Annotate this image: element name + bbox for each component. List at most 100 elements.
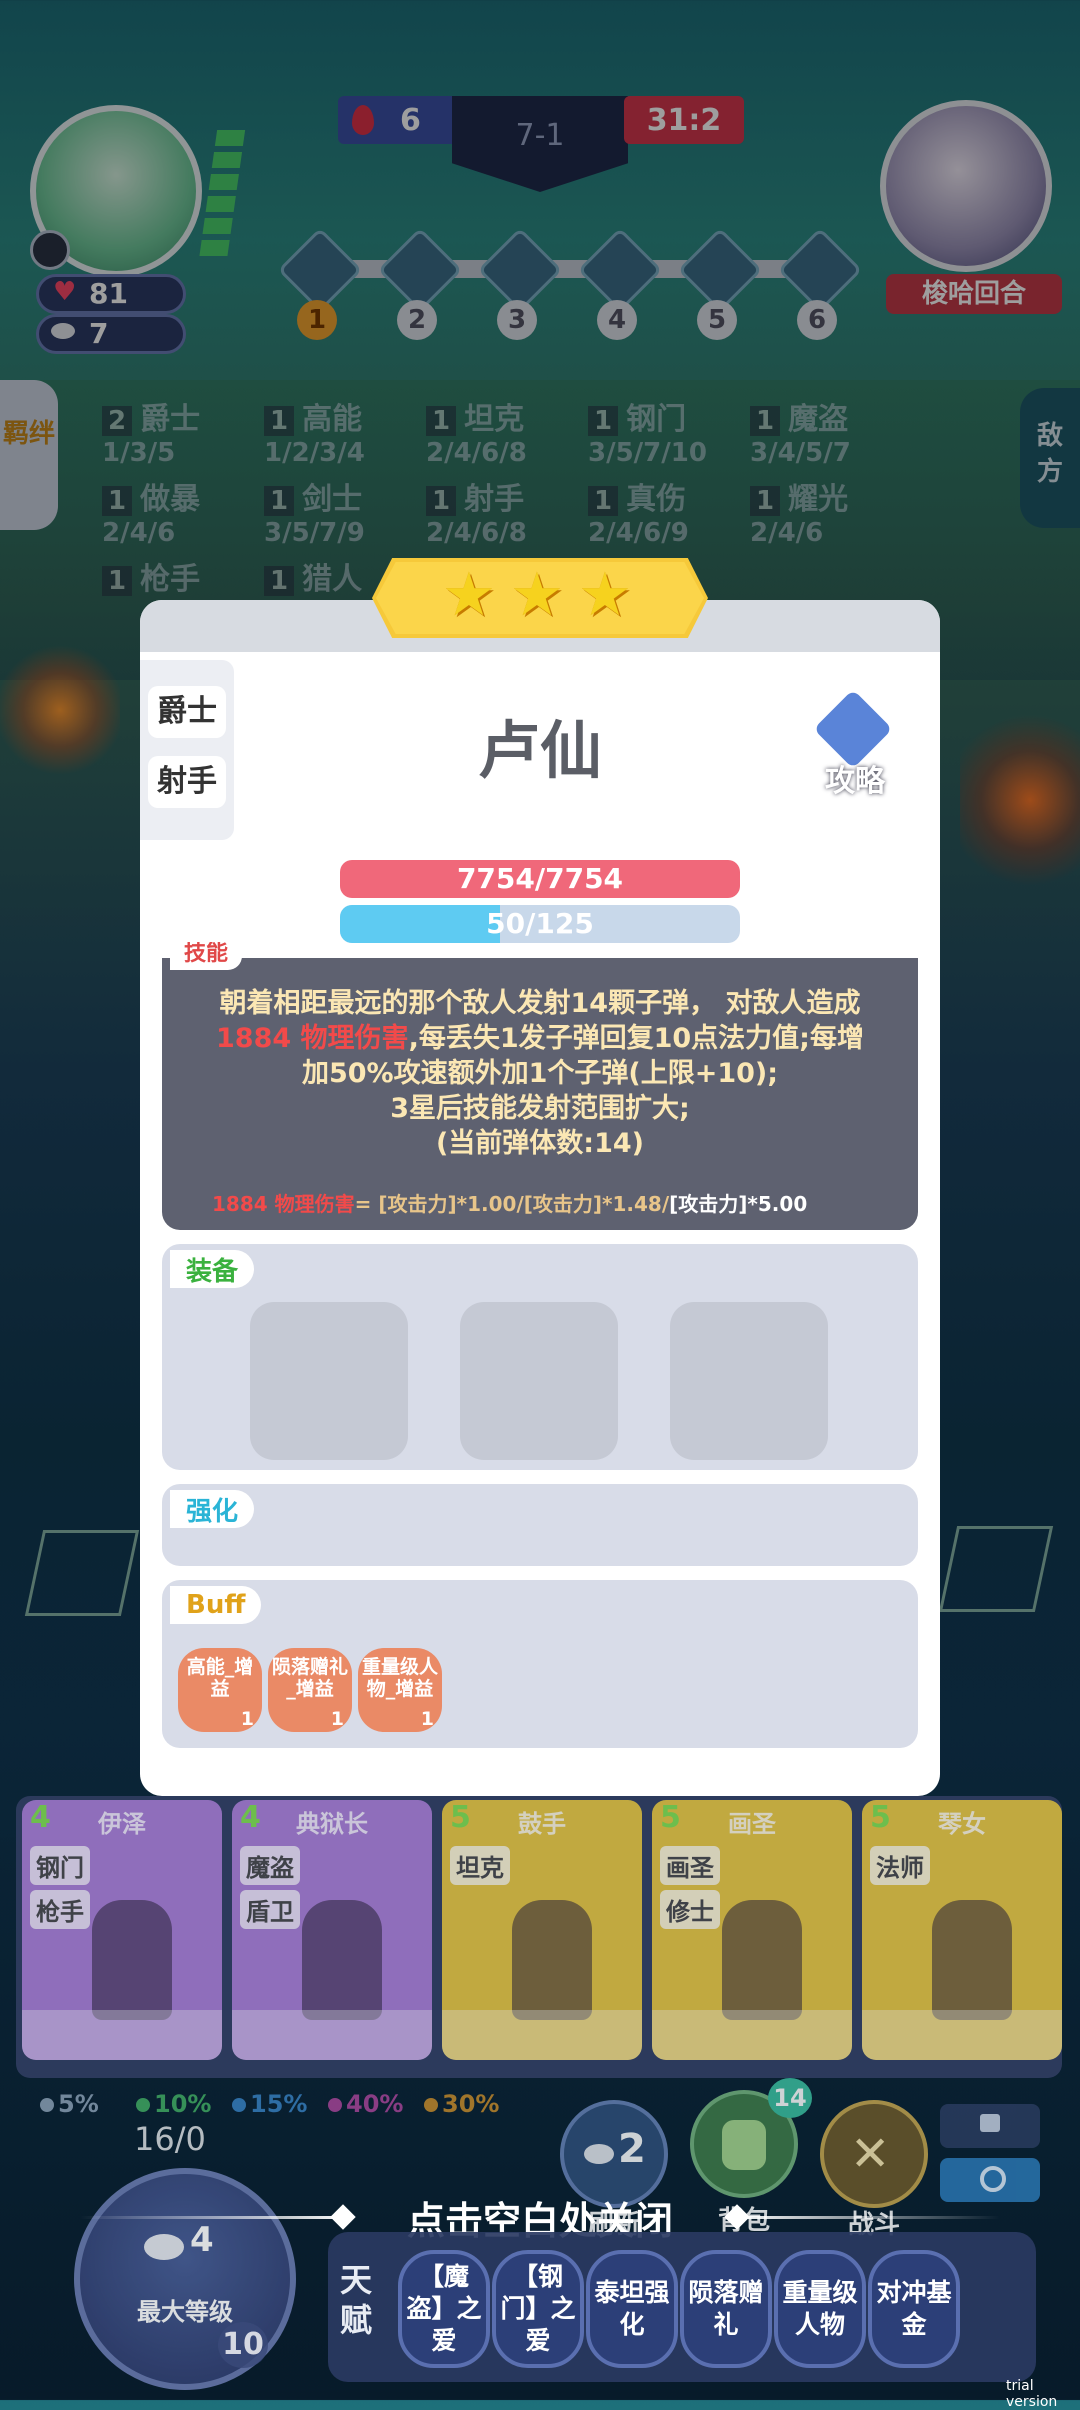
unit-name: 卢仙 <box>477 714 602 787</box>
odds-dot <box>232 2098 246 2112</box>
card-trait: 坦克 <box>450 1846 510 1885</box>
shop-card[interactable]: 4 典狱长 魔盗 盾卫 <box>232 1800 432 2060</box>
buff-name: 高能_增 <box>186 1656 254 1678</box>
unit-sprite <box>512 1900 592 2020</box>
talent-badge[interactable]: 对冲基金 <box>868 2250 960 2368</box>
buff-name: 陨落赠礼 <box>271 1656 348 1678</box>
star-icon: ★ <box>578 560 632 630</box>
bag-count: 14 <box>768 2078 812 2118</box>
bag-button[interactable]: 14 背包 <box>690 2078 812 2236</box>
guide-button[interactable]: 攻略 <box>800 689 910 799</box>
enhance-tag: 强化 <box>170 1490 255 1528</box>
odds-value: 15% <box>250 2090 308 2118</box>
card-trait: 盾卫 <box>240 1890 300 1929</box>
buff-name: 重量级人 <box>361 1656 438 1678</box>
coin-icon <box>144 2234 184 2260</box>
odds-dot <box>328 2098 342 2112</box>
buff-count: 1 <box>330 1708 344 1730</box>
search-icon <box>980 2166 1006 2192</box>
talent-badge[interactable]: 【钢门】之爱 <box>492 2250 584 2368</box>
card-name: 伊泽 <box>98 1810 146 1838</box>
card-trait: 画圣 <box>660 1846 720 1885</box>
shop-card[interactable]: 4 伊泽 钢门 枪手 <box>22 1800 222 2060</box>
equipment-slot[interactable] <box>460 1302 618 1460</box>
trait-badge-shooter[interactable]: 射手 <box>148 756 226 808</box>
buff-badge[interactable]: 重量级人 物_增益 1 <box>358 1648 442 1732</box>
odds-dot <box>424 2098 438 2112</box>
unit-sprite <box>92 1900 172 2020</box>
card-trait: 枪手 <box>30 1890 90 1929</box>
close-hint-line-right <box>730 2216 1000 2219</box>
odds-dot <box>40 2098 54 2112</box>
card-trait: 法师 <box>870 1846 930 1885</box>
lock-icon <box>980 2114 1000 2132</box>
odds-item: 30% <box>424 2090 499 2118</box>
card-footer <box>232 2010 432 2060</box>
backpack-icon <box>722 2120 766 2170</box>
watermark: trial version <box>1006 2378 1058 2410</box>
equipment-section: 装备 <box>162 1244 918 1470</box>
odds-item: 40% <box>328 2090 403 2118</box>
shop-card[interactable]: 5 画圣 画圣 修士 <box>652 1800 852 2060</box>
star-icon: ★ <box>510 560 564 630</box>
odds-item: 5% <box>40 2090 99 2118</box>
shop-card[interactable]: 5 琴女 法师 <box>862 1800 1062 2060</box>
talent-badge[interactable]: 重量级人物 <box>774 2250 866 2368</box>
equipment-slot[interactable] <box>670 1302 828 1460</box>
trait-badge-jazz[interactable]: 爵士 <box>148 686 226 738</box>
unit-sprite <box>302 1900 382 2020</box>
hp-text: 7754/7754 <box>456 862 624 895</box>
crossed-swords-icon: ✕ <box>850 2126 891 2182</box>
buff-count: 1 <box>420 1708 434 1730</box>
buff-badge[interactable]: 陨落赠礼 _增益 1 <box>268 1648 352 1732</box>
guide-label: 攻略 <box>825 764 885 799</box>
level-label: 最大等级 <box>137 2298 233 2326</box>
player-level: 10 <box>218 2322 268 2368</box>
unit-sprite <box>932 1900 1012 2020</box>
skill-description: 朝着相距最远的那个敌人发射14颗子弹， 对敌人造成 1884 物理伤害,每丢失1… <box>216 988 864 1159</box>
card-footer <box>652 2010 852 2060</box>
skill-box: 技能 朝着相距最远的那个敌人发射14颗子弹， 对敌人造成 1884 物理伤害,每… <box>162 942 918 1230</box>
xp-text: 16/0 <box>134 2120 206 2158</box>
enhance-section: 强化 <box>162 1484 918 1566</box>
skill-damage: 1884 物理伤害 <box>216 1023 409 1054</box>
talent-badge[interactable]: 泰坦强化 <box>586 2250 678 2368</box>
card-trait: 修士 <box>660 1890 720 1929</box>
mana-bar: 50/125 <box>340 905 740 943</box>
search-button[interactable] <box>940 2158 1040 2202</box>
unit-sprite <box>722 1900 802 2020</box>
trait-list: 爵士 射手 <box>140 660 234 840</box>
card-name: 琴女 <box>938 1810 986 1838</box>
buff-badge[interactable]: 高能_增益 1 <box>178 1648 262 1732</box>
coin-icon <box>584 2144 614 2164</box>
refresh-cost: 2 <box>618 2126 646 2172</box>
buff-name-2: 物_增益 <box>366 1678 434 1700</box>
mana-text: 50/125 <box>486 907 594 940</box>
lock-button[interactable] <box>940 2104 1040 2148</box>
skill-tag: 技能 <box>170 942 243 970</box>
odds-value: 5% <box>58 2090 99 2118</box>
card-name: 鼓手 <box>518 1810 566 1838</box>
talent-badge[interactable]: 陨落赠礼 <box>680 2250 772 2368</box>
star-icon: ★ <box>442 560 496 630</box>
card-name: 典狱长 <box>296 1810 368 1838</box>
card-trait: 魔盗 <box>240 1846 300 1885</box>
buff-tag: Buff <box>170 1586 262 1624</box>
buff-section: Buff 高能_增益 1 陨落赠礼 _增益 1 重量级人 物_增益 1 <box>162 1580 918 1748</box>
equipment-slot[interactable] <box>250 1302 408 1460</box>
damage-formula: 1884 物理伤害= [攻击力]*1.00/[攻击力]*1.48/[攻击力]*5… <box>212 1192 808 1216</box>
odds-value: 30% <box>442 2090 500 2118</box>
card-footer <box>862 2010 1062 2060</box>
fight-button[interactable]: ✕ 战斗 <box>820 2100 928 2240</box>
hp-bar: 7754/7754 <box>340 860 740 898</box>
odds-dot <box>136 2098 150 2112</box>
card-footer <box>442 2010 642 2060</box>
odds-item: 10% <box>136 2090 211 2118</box>
card-name: 画圣 <box>728 1810 776 1838</box>
shop-card[interactable]: 5 鼓手 坦克 <box>442 1800 642 2060</box>
equipment-tag: 装备 <box>170 1250 255 1288</box>
talent-badge[interactable]: 【魔盗】之爱 <box>398 2250 490 2368</box>
level-cost: 4 <box>190 2220 214 2260</box>
buff-name-2: 益 <box>210 1678 230 1700</box>
talent-label: 天赋 <box>339 2261 372 2339</box>
